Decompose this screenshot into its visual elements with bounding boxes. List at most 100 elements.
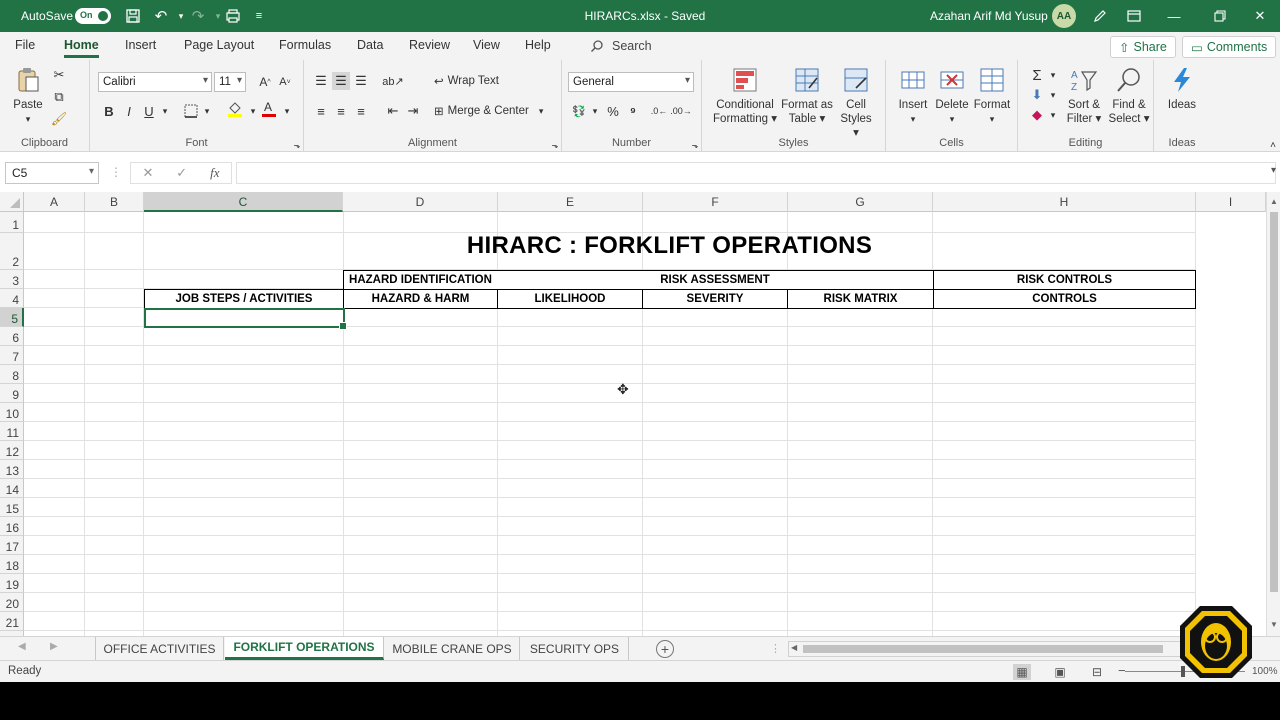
column-header-a[interactable]: A: [24, 192, 85, 212]
tab-insert[interactable]: Insert: [125, 38, 156, 52]
insert-function-icon[interactable]: fx: [210, 165, 219, 181]
comments-button[interactable]: ▭ Comments: [1182, 36, 1277, 58]
avatar[interactable]: AA: [1052, 0, 1076, 32]
print-preview-icon[interactable]: [222, 0, 244, 32]
tab-formulas[interactable]: Formulas: [279, 38, 331, 52]
align-left-icon[interactable]: ≡: [312, 102, 330, 120]
italic-button[interactable]: I: [120, 102, 138, 120]
sheet-title-cell[interactable]: HIRARC : FORKLIFT OPERATIONS: [344, 232, 995, 260]
scroll-up-icon[interactable]: ▲: [1270, 197, 1278, 206]
header-severity[interactable]: SEVERITY: [642, 289, 788, 309]
cancel-icon[interactable]: ✕: [142, 165, 153, 181]
paste-button[interactable]: Paste ▾: [10, 66, 46, 126]
redo-icon[interactable]: ↷: [187, 0, 209, 32]
orientation-icon[interactable]: ab↗: [382, 72, 403, 90]
font-color-icon[interactable]: A: [260, 100, 278, 118]
conditional-formatting-button[interactable]: Conditional Formatting ▾: [712, 66, 778, 126]
next-sheet-icon[interactable]: ▶: [50, 641, 58, 652]
bold-button[interactable]: B: [100, 102, 118, 120]
number-format-select[interactable]: General: [568, 72, 694, 92]
decrease-decimal-icon[interactable]: .00→: [670, 102, 692, 120]
find-select-button[interactable]: Find & Select ▾: [1106, 66, 1152, 126]
row-header-12[interactable]: 12: [0, 441, 24, 460]
horizontal-scroll-thumb[interactable]: [803, 645, 1163, 653]
row-header-5[interactable]: 5: [0, 308, 24, 327]
tab-file[interactable]: File: [15, 38, 35, 52]
column-header-h[interactable]: H: [933, 192, 1196, 212]
expand-formula-bar-icon[interactable]: ▾: [1271, 165, 1276, 176]
row-header-16[interactable]: 16: [0, 517, 24, 536]
merge-center-button[interactable]: ⊞ Merge & Center ▾: [434, 104, 543, 118]
sheet-tab-forklift-operations[interactable]: FORKLIFT OPERATIONS: [225, 637, 384, 660]
page-layout-view-icon[interactable]: ▣: [1051, 664, 1069, 680]
cut-icon[interactable]: ✂: [50, 66, 68, 84]
wrap-text-button[interactable]: ↩ Wrap Text: [434, 74, 499, 88]
font-color-dropdown-icon[interactable]: ▾: [278, 102, 296, 120]
select-all-corner[interactable]: [0, 192, 24, 212]
sort-filter-button[interactable]: AZ Sort & Filter ▾: [1062, 66, 1106, 126]
row-header-4[interactable]: 4: [0, 289, 24, 308]
row-header-17[interactable]: 17: [0, 536, 24, 555]
row-header-15[interactable]: 15: [0, 498, 24, 517]
name-box[interactable]: C5: [5, 162, 99, 184]
row-header-14[interactable]: 14: [0, 479, 24, 498]
row-header-7[interactable]: 7: [0, 346, 24, 365]
row-header-19[interactable]: 19: [0, 574, 24, 593]
column-header-d[interactable]: D: [343, 192, 498, 212]
increase-font-icon[interactable]: A ^: [256, 73, 274, 91]
column-header-g[interactable]: G: [788, 192, 933, 212]
row-header-1[interactable]: 1: [0, 212, 24, 233]
top-align-icon[interactable]: ☰: [312, 72, 330, 90]
row-header-10[interactable]: 10: [0, 403, 24, 422]
tab-home[interactable]: Home: [64, 38, 99, 58]
clear-dropdown-icon[interactable]: ▾: [1044, 106, 1062, 124]
prev-sheet-icon[interactable]: ◀: [18, 641, 26, 652]
header-hazard-identification[interactable]: HAZARD IDENTIFICATION: [343, 270, 498, 290]
tab-page-layout[interactable]: Page Layout: [184, 38, 254, 52]
autosave-toggle[interactable]: On: [75, 0, 111, 32]
fill-dropdown-icon[interactable]: ▾: [1044, 86, 1062, 104]
fill-color-icon[interactable]: [226, 100, 244, 118]
sheet-tab-office-activities[interactable]: OFFICE ACTIVITIES: [95, 637, 224, 660]
save-icon[interactable]: [122, 0, 144, 32]
customize-toolbar-icon[interactable]: ≡: [248, 0, 270, 32]
undo-icon[interactable]: ↶: [150, 0, 172, 32]
cell-styles-button[interactable]: Cell Styles ▾: [836, 66, 876, 140]
row-header-2[interactable]: 2: [0, 233, 24, 270]
decrease-font-icon[interactable]: A ˅: [276, 73, 294, 91]
ribbon-display-icon[interactable]: [1114, 0, 1154, 32]
tab-help[interactable]: Help: [525, 38, 551, 52]
active-cell-c5[interactable]: [144, 308, 347, 330]
ideas-button[interactable]: Ideas: [1164, 66, 1200, 112]
merge-dropdown-icon[interactable]: ▾: [539, 106, 544, 117]
row-header-13[interactable]: 13: [0, 460, 24, 479]
format-as-table-button[interactable]: Format as Table ▾: [780, 66, 834, 126]
page-break-view-icon[interactable]: ⊟: [1088, 664, 1106, 680]
vertical-scroll-thumb[interactable]: [1270, 212, 1278, 592]
align-right-icon[interactable]: ≡: [352, 102, 370, 120]
bottom-align-icon[interactable]: ☰: [352, 72, 370, 90]
add-sheet-icon[interactable]: +: [656, 640, 674, 658]
align-center-icon[interactable]: ≡: [332, 102, 350, 120]
row-header-3[interactable]: 3: [0, 270, 24, 289]
minimize-icon[interactable]: —: [1154, 0, 1194, 32]
format-painter-icon[interactable]: 🖌: [50, 110, 68, 128]
underline-dropdown-icon[interactable]: ▾: [156, 102, 174, 120]
row-header-9[interactable]: 9: [0, 384, 24, 403]
scroll-down-icon[interactable]: ▼: [1270, 620, 1278, 629]
percent-style-icon[interactable]: %: [604, 102, 622, 120]
tab-view[interactable]: View: [473, 38, 500, 52]
normal-view-icon[interactable]: ▦: [1013, 664, 1031, 680]
row-header-21[interactable]: 21: [0, 612, 24, 631]
zoom-level[interactable]: 100%: [1252, 666, 1278, 677]
autosum-dropdown-icon[interactable]: ▾: [1044, 66, 1062, 84]
increase-indent-icon[interactable]: ⇥: [404, 102, 422, 120]
header-risk-controls[interactable]: RISK CONTROLS: [933, 270, 1196, 290]
close-icon[interactable]: ✕: [1240, 0, 1280, 32]
copy-icon[interactable]: ⧉: [50, 88, 68, 106]
row-header-18[interactable]: 18: [0, 555, 24, 574]
enter-icon[interactable]: ✓: [176, 165, 187, 181]
column-header-i[interactable]: I: [1196, 192, 1266, 212]
row-header-20[interactable]: 20: [0, 593, 24, 612]
header-controls[interactable]: CONTROLS: [933, 289, 1196, 309]
